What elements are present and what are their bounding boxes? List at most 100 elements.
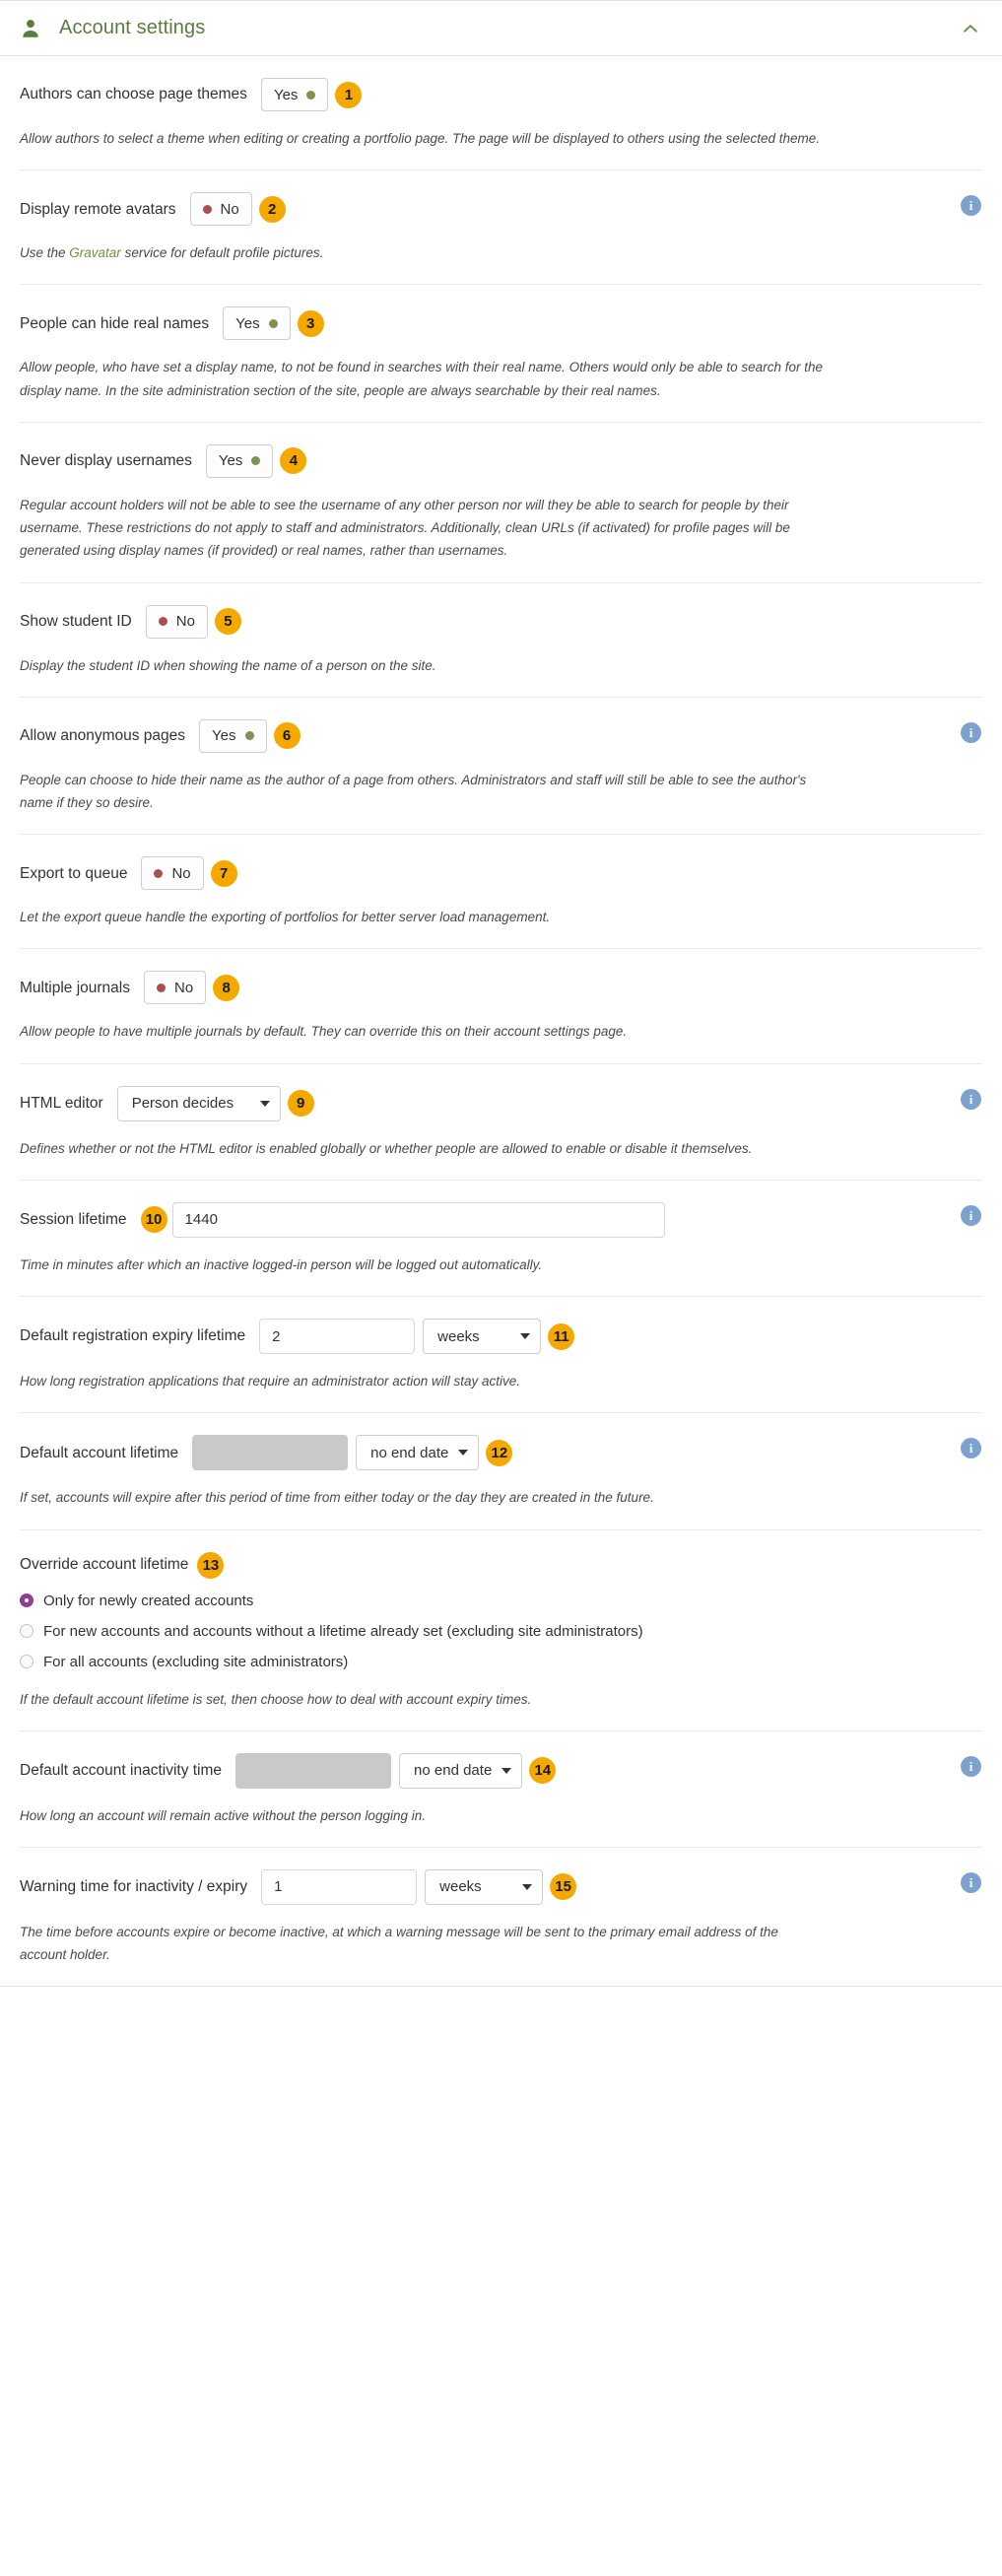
toggle-display-remote-avatars[interactable]: No bbox=[190, 192, 252, 226]
info-icon[interactable]: i bbox=[961, 1089, 981, 1110]
toggle-authors-can-choose-page-themes[interactable]: Yes bbox=[261, 78, 328, 111]
step-badge: 15 bbox=[550, 1873, 576, 1900]
description-pre: Use the bbox=[20, 245, 69, 260]
setting-label: HTML editor bbox=[20, 1094, 103, 1113]
setting-label: Show student ID bbox=[20, 612, 132, 631]
toggle-show-student-id[interactable]: No bbox=[146, 605, 208, 639]
step-badge: 6 bbox=[274, 722, 301, 749]
select-value: no end date bbox=[414, 1762, 492, 1779]
select-value: weeks bbox=[439, 1878, 482, 1895]
gravatar-link[interactable]: Gravatar bbox=[69, 245, 121, 260]
setting-description: How long an account will remain active w… bbox=[20, 1804, 823, 1827]
toggle-value: No bbox=[176, 613, 195, 630]
info-icon[interactable]: i bbox=[961, 1872, 981, 1893]
input-account-lifetime-amount bbox=[192, 1435, 348, 1470]
status-dot-icon bbox=[245, 731, 254, 740]
toggle-value: Yes bbox=[274, 87, 298, 103]
setting-label: Never display usernames bbox=[20, 451, 192, 470]
input-registration-expiry-amount[interactable] bbox=[259, 1319, 415, 1354]
step-badge: 11 bbox=[548, 1323, 574, 1350]
setting-row-display-remote-avatars: Display remote avatars No 2 i Use the Gr… bbox=[20, 170, 982, 285]
radio-option-only-newly-created[interactable]: Only for newly created accounts bbox=[20, 1593, 982, 1609]
setting-label: Warning time for inactivity / expiry bbox=[20, 1877, 247, 1896]
step-badge: 14 bbox=[529, 1757, 556, 1784]
status-dot-icon bbox=[306, 91, 315, 100]
setting-row-html-editor: HTML editor Person decides 9 i Defines w… bbox=[20, 1064, 982, 1181]
toggle-people-can-hide-real-names[interactable]: Yes bbox=[223, 306, 290, 340]
select-account-lifetime-unit[interactable]: no end date bbox=[356, 1435, 479, 1470]
input-warning-time-amount[interactable] bbox=[261, 1869, 417, 1905]
step-badge: 8 bbox=[213, 975, 239, 1001]
step-badge: 2 bbox=[259, 196, 286, 223]
radio-option-label: For all accounts (excluding site adminis… bbox=[43, 1654, 348, 1670]
select-value: Person decides bbox=[132, 1095, 234, 1112]
account-settings-header[interactable]: Account settings bbox=[0, 1, 1002, 56]
setting-label: Display remote avatars bbox=[20, 200, 176, 219]
step-badge: 1 bbox=[335, 82, 362, 108]
toggle-value: No bbox=[174, 980, 193, 996]
toggle-value: No bbox=[221, 201, 239, 218]
step-badge: 5 bbox=[215, 608, 241, 635]
chevron-down-icon bbox=[520, 1333, 530, 1339]
setting-row-show-student-id: Show student ID No 5 Display the student… bbox=[20, 583, 982, 698]
status-dot-icon bbox=[157, 983, 166, 992]
radio-option-all-accounts[interactable]: For all accounts (excluding site adminis… bbox=[20, 1654, 982, 1670]
toggle-export-to-queue[interactable]: No bbox=[141, 856, 203, 890]
radio-button-icon[interactable] bbox=[20, 1624, 33, 1638]
setting-label: People can hide real names bbox=[20, 314, 209, 333]
setting-row-export-to-queue: Export to queue No 7 Let the export queu… bbox=[20, 835, 982, 949]
page-title: Account settings bbox=[59, 17, 961, 39]
setting-description: Allow people, who have set a display nam… bbox=[20, 356, 823, 401]
setting-row-people-can-hide-real-names: People can hide real names Yes 3 Allow p… bbox=[20, 285, 982, 422]
toggle-multiple-journals[interactable]: No bbox=[144, 971, 206, 1004]
toggle-value: No bbox=[171, 865, 190, 882]
chevron-up-icon[interactable] bbox=[961, 19, 980, 38]
setting-label: Export to queue bbox=[20, 864, 127, 883]
step-badge: 4 bbox=[280, 447, 306, 474]
step-badge: 13 bbox=[197, 1552, 224, 1579]
toggle-value: Yes bbox=[219, 452, 242, 469]
setting-description: Time in minutes after which an inactive … bbox=[20, 1254, 823, 1276]
info-icon[interactable]: i bbox=[961, 1756, 981, 1777]
info-icon[interactable]: i bbox=[961, 722, 981, 743]
status-dot-icon bbox=[251, 456, 260, 465]
radio-button-icon[interactable] bbox=[20, 1655, 33, 1668]
select-account-inactivity-unit[interactable]: no end date bbox=[399, 1753, 522, 1789]
step-badge: 12 bbox=[486, 1440, 512, 1466]
setting-label: Default account lifetime bbox=[20, 1444, 178, 1462]
input-session-lifetime[interactable] bbox=[172, 1202, 665, 1238]
setting-label: Override account lifetime bbox=[20, 1555, 188, 1574]
toggle-value: Yes bbox=[212, 727, 235, 744]
toggle-value: Yes bbox=[235, 315, 259, 332]
chevron-down-icon bbox=[260, 1101, 270, 1107]
select-registration-expiry-unit[interactable]: weeks bbox=[423, 1319, 541, 1354]
setting-row-authors-can-choose-page-themes: Authors can choose page themes Yes 1 All… bbox=[20, 56, 982, 170]
status-dot-icon bbox=[203, 205, 212, 214]
user-icon bbox=[20, 18, 41, 39]
setting-description: Let the export queue handle the exportin… bbox=[20, 906, 823, 928]
radio-group-label-row: Override account lifetime 13 bbox=[20, 1552, 982, 1579]
toggle-allow-anonymous-pages[interactable]: Yes bbox=[199, 719, 266, 753]
setting-description: Display the student ID when showing the … bbox=[20, 654, 823, 677]
account-settings-panel: Account settings Authors can choose page… bbox=[0, 0, 1002, 1987]
setting-description: The time before accounts expire or becom… bbox=[20, 1921, 823, 1966]
input-account-inactivity-amount bbox=[235, 1753, 391, 1789]
select-html-editor[interactable]: Person decides bbox=[117, 1086, 281, 1121]
toggle-never-display-usernames[interactable]: Yes bbox=[206, 444, 273, 478]
radio-option-new-and-without-lifetime[interactable]: For new accounts and accounts without a … bbox=[20, 1623, 982, 1640]
radio-button-icon[interactable] bbox=[20, 1593, 33, 1607]
select-warning-time-unit[interactable]: weeks bbox=[425, 1869, 543, 1905]
setting-description: Allow people to have multiple journals b… bbox=[20, 1020, 823, 1043]
radio-option-label: For new accounts and accounts without a … bbox=[43, 1623, 643, 1640]
setting-description: If the default account lifetime is set, … bbox=[20, 1688, 823, 1711]
setting-row-default-account-lifetime: Default account lifetime no end date 12 … bbox=[20, 1413, 982, 1529]
setting-label: Default registration expiry lifetime bbox=[20, 1326, 245, 1345]
description-post: service for default profile pictures. bbox=[121, 245, 324, 260]
setting-row-override-account-lifetime: Override account lifetime 13 Only for ne… bbox=[20, 1530, 982, 1731]
setting-label: Authors can choose page themes bbox=[20, 85, 247, 103]
info-icon[interactable]: i bbox=[961, 1205, 981, 1226]
step-badge: 10 bbox=[141, 1206, 167, 1233]
setting-row-multiple-journals: Multiple journals No 8 Allow people to h… bbox=[20, 949, 982, 1063]
chevron-down-icon bbox=[501, 1768, 511, 1774]
setting-description: Regular account holders will not be able… bbox=[20, 494, 823, 563]
